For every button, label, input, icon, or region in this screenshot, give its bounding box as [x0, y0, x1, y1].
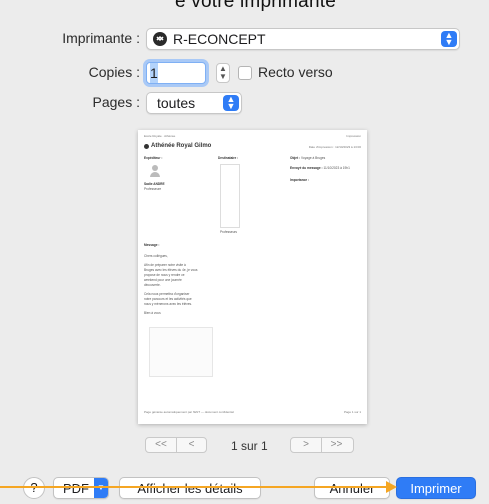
preview-sent-value: 11/10/2023 à 19h1	[323, 166, 350, 170]
show-details-button[interactable]: Afficher les détails	[119, 477, 261, 499]
avatar	[150, 165, 160, 177]
pdf-label: PDF	[63, 480, 89, 496]
copies-stepper[interactable]: ▲ ▼	[216, 63, 230, 83]
preview-recipient-role: Professeurs	[220, 230, 238, 234]
preview-quote-box	[149, 327, 213, 377]
duplex-checkbox[interactable]	[238, 66, 252, 80]
pager-forward: > >>	[290, 437, 354, 453]
dialog-title: e votre imprimante	[175, 0, 336, 12]
preview-recipient-heading: Destinataire :	[218, 156, 239, 160]
preview-footer-right: Page 1 sur 1	[343, 410, 361, 414]
school-logo-icon	[144, 144, 149, 149]
copies-label: Copies :	[88, 64, 140, 80]
printer-select[interactable]: R-ECONCEPT ▲ ▼	[146, 28, 460, 50]
preview-message-line: découverte.	[144, 283, 161, 287]
last-page-button[interactable]: >>	[321, 438, 351, 452]
preview-school-title: Athénée Royal Gilmo	[151, 143, 212, 149]
pages-value: toutes	[157, 95, 196, 111]
preview-header-right: Impression	[346, 134, 361, 138]
print-button[interactable]: Imprimer	[396, 477, 476, 499]
recipient-box	[220, 164, 240, 228]
preview-message-line: Chers collègues,	[144, 254, 168, 258]
pages-label: Pages :	[92, 94, 140, 110]
preview-sent-label: Envoyé du message :	[290, 166, 323, 170]
duplex-label: Recto verso	[258, 64, 333, 80]
preview-subject-label: Objet :	[290, 156, 301, 160]
pdf-menu-button[interactable]: PDF ▼	[53, 477, 109, 499]
preview-sender-heading: Expéditeur :	[144, 156, 163, 160]
chevron-updown-icon: ▲ ▼	[441, 31, 457, 47]
preview-importance-label: Importance :	[290, 178, 310, 182]
chevron-updown-icon: ▲ ▼	[223, 95, 239, 111]
preview-subject-value: Voyage à Bruges	[300, 156, 326, 160]
chevron-down-icon: ▼	[94, 478, 108, 498]
next-page-button[interactable]: >	[291, 438, 321, 452]
cancel-button[interactable]: Annuler	[314, 477, 390, 499]
copies-value: 1	[150, 63, 158, 83]
annotation-arrow-line	[0, 486, 388, 488]
preview-sender-role: Professeure	[144, 187, 162, 191]
help-button[interactable]: ?	[23, 477, 45, 499]
prev-page-button[interactable]: <	[176, 438, 206, 452]
pager-back: << <	[145, 437, 207, 453]
preview-message-label: Message :	[144, 243, 160, 247]
preview-message-line: nous y mènerons avec les élèves.	[144, 302, 193, 306]
preview-date: Date d'impression : 12/10/2023 à 13:00	[308, 145, 361, 149]
annotation-arrow-head	[386, 481, 397, 493]
preview-header-left: Ecole Royale · Athénée	[144, 134, 176, 138]
copies-input[interactable]: 1	[146, 62, 206, 84]
printer-icon	[153, 32, 167, 46]
preview-message-line: Bien à vous	[144, 311, 161, 315]
print-preview: Ecole Royale · Athénée Impression Athéné…	[138, 130, 367, 424]
preview-footer-left: Page générée automatiquement par l'ENT —…	[144, 410, 234, 414]
page-status: 1 sur 1	[231, 439, 268, 453]
printer-value: R-ECONCEPT	[173, 31, 266, 47]
printer-label: Imprimante :	[62, 30, 140, 46]
pages-select[interactable]: toutes ▲ ▼	[146, 92, 242, 114]
first-page-button[interactable]: <<	[146, 438, 176, 452]
